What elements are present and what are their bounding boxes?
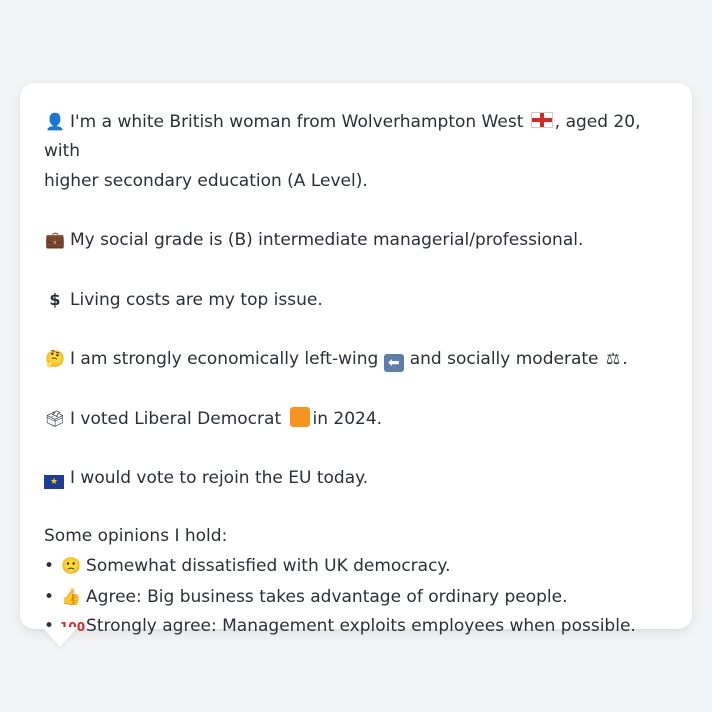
identity-education: higher secondary education (A Level). [44, 170, 368, 191]
identity-line: I'm a white British woman from Wolverham… [70, 112, 524, 132]
social-grade-row: 💼 My social grade is (B) intermediate man… [44, 225, 668, 255]
person-icon: 👤 [45, 112, 65, 131]
ballot-box-icon: 🗳 [44, 408, 66, 428]
eu-text: I would vote to rejoin the EU today. [70, 467, 369, 488]
bullet: • [44, 556, 55, 577]
speech-bubble-tail [42, 627, 78, 647]
top-issue-text: Living costs are my top issue. [70, 289, 323, 310]
vote-row: 🗳 I voted Liberal Democrat in 2024. [44, 404, 668, 434]
opinion-item: • 🙁 Somewhat dissatisfied with UK democrac… [44, 551, 668, 581]
scales-icon: ⚖ [605, 349, 621, 369]
vote-text: I voted Liberal Democrat [70, 408, 282, 429]
eu-flag-icon: ★ [44, 474, 64, 489]
ideology-row: 🤔 I am strongly economically left-wing ⬅ a… [44, 344, 668, 374]
social-grade-text: My social grade is (B) intermediate mana… [70, 230, 584, 251]
thumbs-up-icon: 👍 [61, 586, 81, 606]
thinking-face-icon: 🤔 [45, 349, 65, 369]
opinions-title: Some opinions I hold: [44, 526, 228, 547]
opinion-item: • 👍 Agree: Big business takes advantage of… [44, 582, 668, 612]
left-arrow-icon: ⬅ [383, 354, 404, 373]
top-issue-row: $ Living costs are my top issue. [44, 285, 668, 315]
opinion-text: Agree: Big business takes advantage of o… [86, 586, 568, 607]
vote-year-text: in 2024. [312, 408, 383, 429]
orange-square-icon [289, 406, 310, 427]
ideology-social-text: and socially moderate [409, 349, 599, 370]
slightly-frowning-face-icon: 🙁 [61, 556, 81, 576]
england-flag-icon [530, 112, 553, 128]
bullet: • [44, 586, 55, 607]
opinion-text: Strongly agree: Management exploits empl… [86, 616, 636, 637]
ideology-period: . [622, 349, 628, 370]
persona-card: 👤 I'm a white British woman from Wolverha… [20, 83, 692, 636]
dollar-icon: $ [49, 289, 61, 309]
identity-text: 👤 I'm a white British woman from Wolverha… [44, 107, 668, 196]
opinion-item: • 100Strongly agree: Management exploits … [44, 612, 668, 642]
ideology-economic-text: I am strongly economically left-wing [70, 349, 379, 370]
eu-row: ★ I would vote to rejoin the EU today. [44, 464, 668, 493]
opinion-text: Somewhat dissatisfied with UK democracy. [86, 556, 451, 577]
briefcase-icon: 💼 [45, 230, 65, 250]
